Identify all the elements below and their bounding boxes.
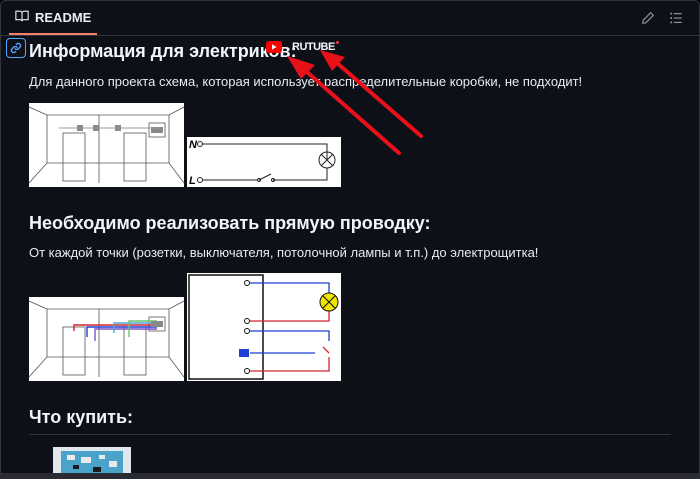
panel-wiring-diagram — [187, 273, 341, 381]
heading-divider — [29, 434, 671, 435]
heading-what-to-buy: Что купить: — [29, 407, 134, 427]
readme-panel: README Информация для электриков: RUTUBE… — [0, 0, 700, 479]
heading-direct-wiring: Необходимо реализовать прямую проводку: — [29, 213, 431, 233]
taskbar-strip — [0, 473, 700, 479]
house-direct-wiring-image — [29, 297, 184, 381]
paragraph-direct-wiring: От каждой точки (розетки, выключателя, п… — [29, 245, 539, 260]
